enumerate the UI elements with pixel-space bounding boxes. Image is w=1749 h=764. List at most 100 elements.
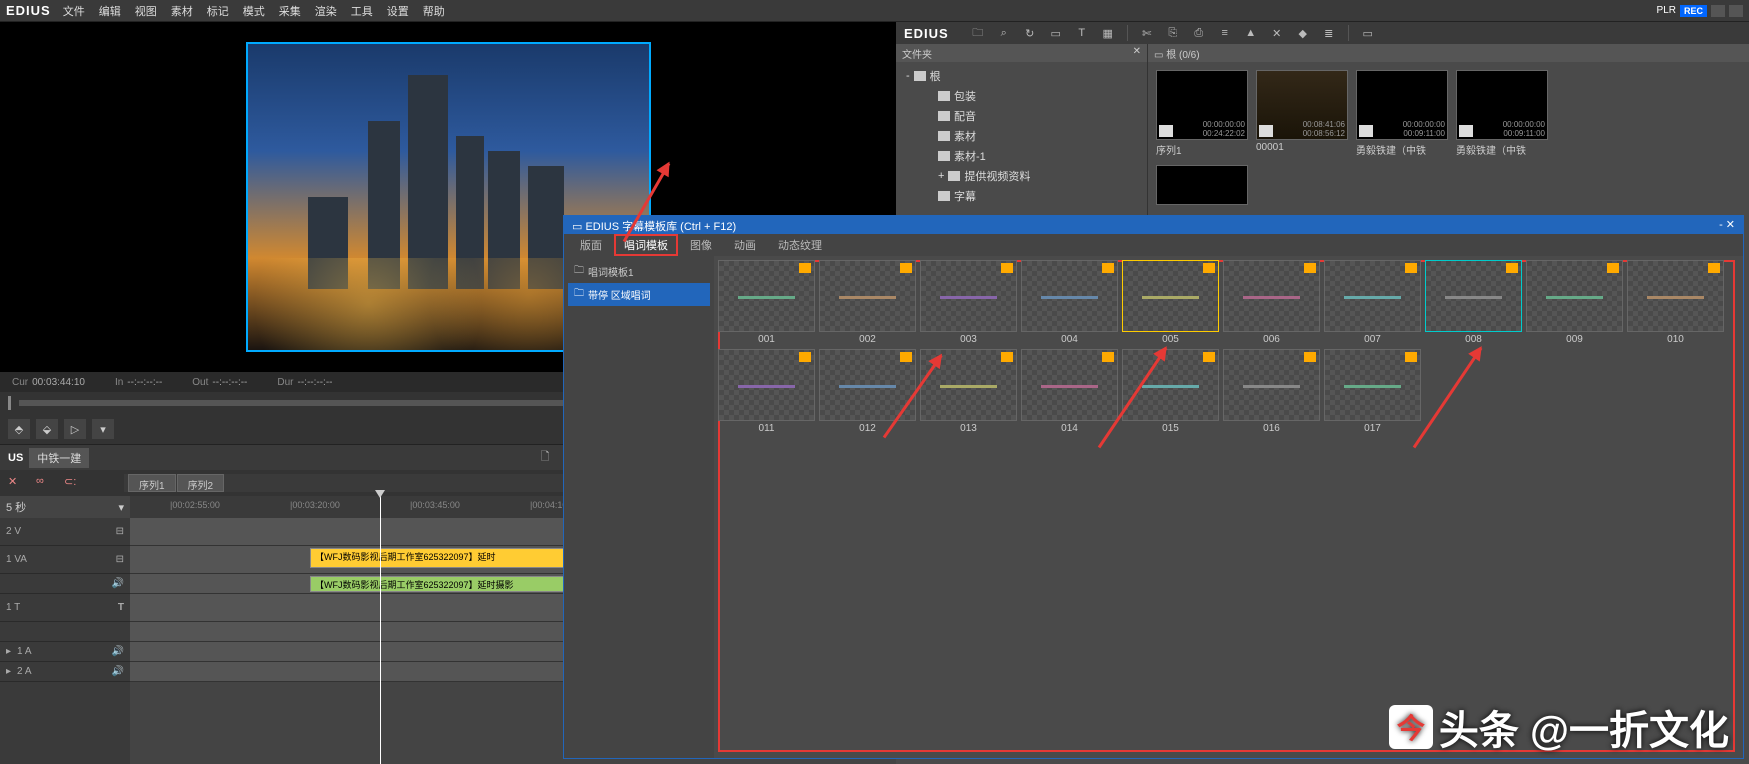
mode-link-icon[interactable]: ⊂: [64,475,84,491]
template-tabs: 版面 唱词模板 图像 动画 动态纹理 [564,234,1743,256]
bin-search-button[interactable]: ⌕ [995,24,1013,42]
menu-help[interactable]: 帮助 [423,3,445,19]
template-item-003[interactable]: 003 [920,260,1017,345]
track-t1-head[interactable]: 1 TT [0,594,130,622]
template-item-004[interactable]: 004 [1021,260,1118,345]
tree-item[interactable]: 素材-1 [902,146,1141,166]
prev-button[interactable]: ▷ [64,419,86,439]
plr-label: PLR [1657,5,1676,16]
tree-item[interactable]: 字幕 [902,186,1141,206]
template-item-017[interactable]: 017 [1324,349,1421,434]
template-item-006[interactable]: 006 [1223,260,1320,345]
bin-item[interactable]: 00:00:00:0000:09:11:00 勇毅铁建（中铁 [1356,70,1448,157]
menu-tools[interactable]: 工具 [351,3,373,19]
minimize-button[interactable] [1711,5,1725,17]
bin-delete-button[interactable]: ✕ [1268,24,1286,42]
track-a2-head[interactable]: ▸2 A🔊 [0,662,130,682]
template-folder-1[interactable]: 🗀 唱词模板1 [568,260,710,283]
bin-item[interactable]: 00:00:00:0000:24:22:02 序列1 [1156,70,1248,157]
bin-refresh-button[interactable]: ↻ [1021,24,1039,42]
menu-capture[interactable]: 采集 [279,3,301,19]
template-item-002[interactable]: 002 [819,260,916,345]
close-button[interactable] [1729,5,1743,17]
track-t1-sub-head[interactable] [0,622,130,642]
bin-clip-button[interactable]: ▭ [1047,24,1065,42]
template-folder-2[interactable]: 🗀 带停 区域唱词 [568,283,710,306]
tree-item[interactable]: 包装 [902,86,1141,106]
menu-view[interactable]: 视图 [135,3,157,19]
tree-item[interactable]: 配音 [902,106,1141,126]
ruler-tick: |00:02:55:00 [170,500,220,510]
template-library-window: ▭ EDIUS 字幕模板库 (Ctrl + F12) - ✕ 版面 唱词模板 图… [563,215,1744,759]
track-v1-audio-head[interactable]: 🔊 [0,574,130,594]
template-item-010[interactable]: 010 [1627,260,1724,345]
clip-video[interactable]: 【WFJ数码影视后期工作室625322097】延时 [310,548,570,568]
scale-label[interactable]: 5 秒 [6,499,26,515]
bin-folder-button[interactable]: 🗀 [969,24,987,42]
template-item-001[interactable]: 001 [718,260,815,345]
menu-settings[interactable]: 设置 [387,3,409,19]
bin-grid: 00:00:00:0000:24:22:02 序列1 00:08:41:0600… [1148,62,1749,165]
menu-file[interactable]: 文件 [63,3,85,19]
mode-normal-icon[interactable]: ✕ [8,475,28,491]
bin-paste-button[interactable]: ⎙ [1190,24,1208,42]
bin-window-button[interactable]: ▭ [1359,24,1377,42]
menu-edit[interactable]: 编辑 [99,3,121,19]
bin-cut-button[interactable]: ✄ [1138,24,1156,42]
bin-panel-title: ▭ 根 (0/6) [1148,44,1749,62]
cur-value: 00:03:44:10 [32,377,85,388]
bin-list-button[interactable]: ≣ [1320,24,1338,42]
tree-item[interactable]: 素材 [902,126,1141,146]
in-value: --:--:--:-- [127,377,162,388]
tab-seq1[interactable]: 序列1 [128,474,176,492]
clip-audio[interactable]: 【WFJ数码影视后期工作室625322097】延时摄影 [310,576,590,592]
playhead[interactable] [380,496,381,764]
template-window-title[interactable]: ▭ EDIUS 字幕模板库 (Ctrl + F12) - ✕ [564,216,1743,234]
mode-loop-icon[interactable]: ∞ [36,475,56,491]
tree-root[interactable]: - 根 [902,66,1141,86]
bin-align-button[interactable]: ≡ [1216,24,1234,42]
tab-texture[interactable]: 动态纹理 [768,234,832,256]
bin-up-button[interactable]: ▲ [1242,24,1260,42]
template-item-011[interactable]: 011 [718,349,815,434]
menu-marker[interactable]: 标记 [207,3,229,19]
new-button[interactable]: 🗋 [536,449,554,467]
track-a1-head[interactable]: ▸1 A🔊 [0,642,130,662]
mark-out-button[interactable]: ⬙ [36,419,58,439]
bin-fx-button[interactable]: ◆ [1294,24,1312,42]
bin-view-button[interactable]: ▦ [1099,24,1117,42]
template-close-icon[interactable]: - ✕ [1719,218,1735,232]
tree-item[interactable]: + 提供视频资料 [902,166,1141,186]
menu-clip[interactable]: 素材 [171,3,193,19]
bin-panel: ▭ 根 (0/6) 00:00:00:0000:24:22:02 序列1 00:… [1148,44,1749,234]
tab-image[interactable]: 图像 [680,234,722,256]
track-v2-head[interactable]: 2 V⊟ [0,518,130,546]
template-item-009[interactable]: 009 [1526,260,1623,345]
bin-copy-button[interactable]: ⎘ [1164,24,1182,42]
template-item-012[interactable]: 012 [819,349,916,434]
bin-title-button[interactable]: T [1073,24,1091,42]
folder-panel-title: 文件夹✕ [896,44,1147,62]
tab-seq2[interactable]: 序列2 [177,474,225,492]
sequence-name[interactable]: 中铁一建 [29,448,89,468]
template-item-007[interactable]: 007 [1324,260,1421,345]
bin-item-extra[interactable] [1156,165,1248,205]
out-label: Out [192,377,208,388]
template-item-016[interactable]: 016 [1223,349,1320,434]
mark-in-button[interactable]: ⬘ [8,419,30,439]
menu-render[interactable]: 渲染 [315,3,337,19]
bin-item[interactable]: 00:00:00:0000:09:11:00 勇毅铁建（中铁 [1456,70,1548,157]
tab-layout[interactable]: 版面 [570,234,612,256]
watermark: 今 头条 @一折文化 [1389,698,1729,756]
template-item-014[interactable]: 014 [1021,349,1118,434]
template-item-008[interactable]: 008 [1425,260,1522,345]
us-label: US [8,452,23,464]
dropdown-button[interactable]: ▾ [92,419,114,439]
folder-close-icon[interactable]: ✕ [1133,46,1141,60]
tab-anim[interactable]: 动画 [724,234,766,256]
track-v1-head[interactable]: 1 VA⊟ [0,546,130,574]
watermark-icon: 今 [1389,705,1433,749]
template-item-005[interactable]: 005 [1122,260,1219,345]
menu-mode[interactable]: 模式 [243,3,265,19]
bin-item[interactable]: 00:08:41:0600:08:56:12 00001 [1256,70,1348,157]
